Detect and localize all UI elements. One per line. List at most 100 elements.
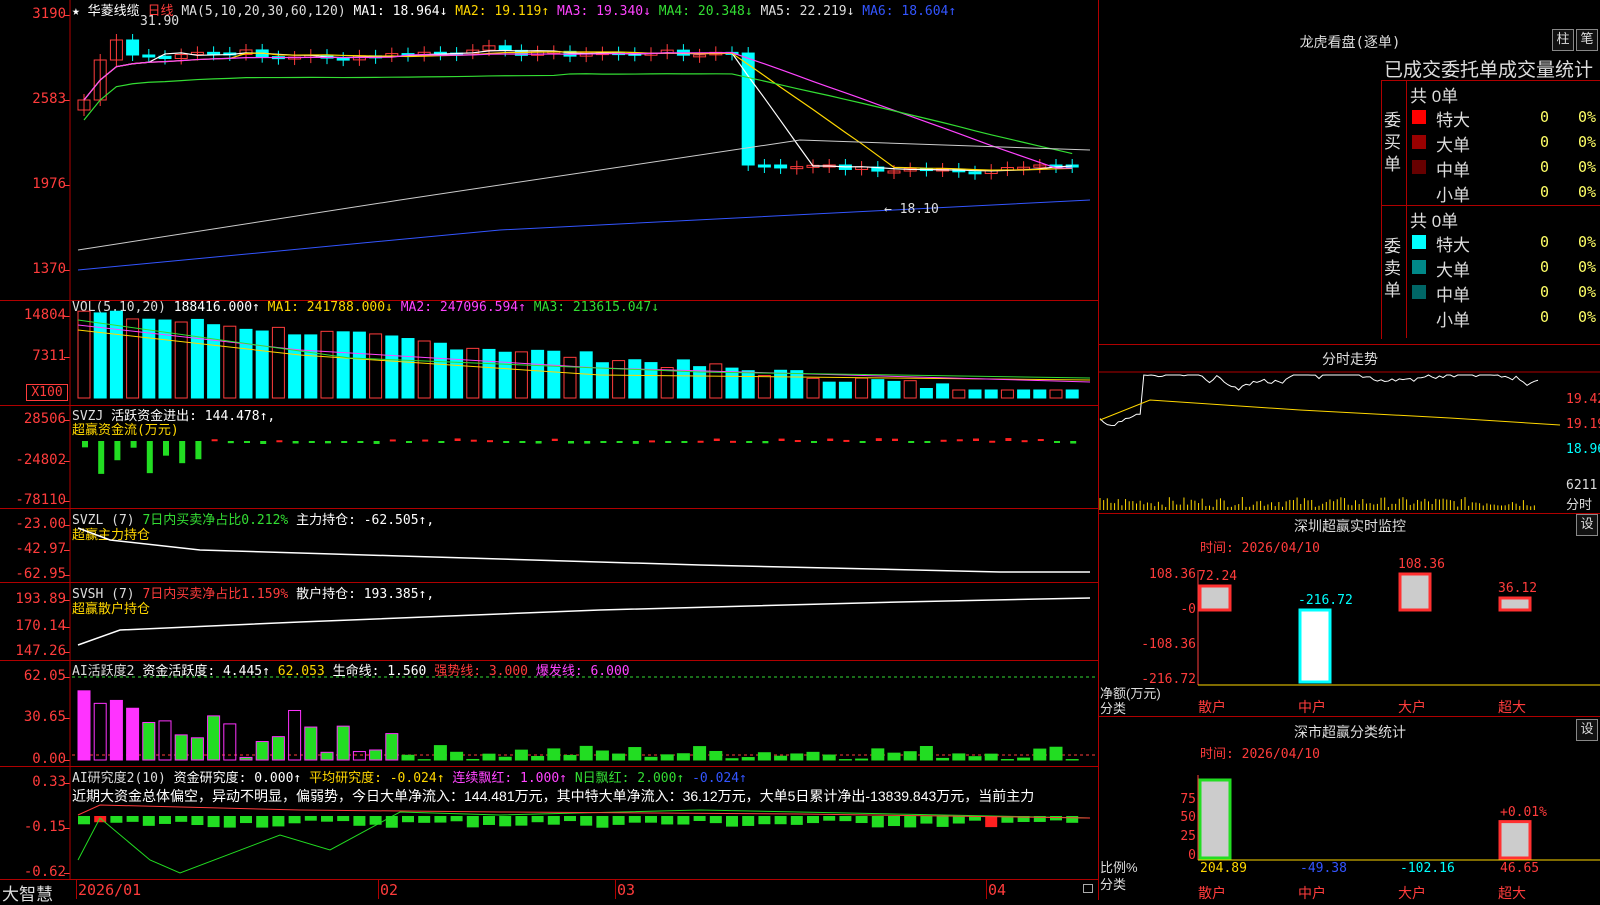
- stats-y-label: 25: [1160, 829, 1196, 844]
- volume-bar: [775, 370, 787, 398]
- ai-research-bar: [775, 816, 787, 824]
- fund-flow-bar: [843, 440, 849, 442]
- bar-view-button[interactable]: 柱: [1552, 29, 1574, 51]
- ai-active-bar: [208, 716, 220, 760]
- ai-research-bar: [645, 816, 657, 823]
- fund-flow-bar: [730, 441, 736, 443]
- ma-line: [84, 52, 1072, 170]
- fund-flow-bar: [957, 439, 963, 441]
- volume-bar: [467, 348, 479, 398]
- volume-bar: [856, 378, 868, 398]
- row-percent: 0%: [1578, 308, 1596, 326]
- ai-active-bar: [775, 756, 787, 760]
- fund-flow-bar: [779, 439, 785, 441]
- fund-flow-bar: [568, 441, 574, 444]
- ai-research-bar: [742, 816, 754, 826]
- ai-research-bar: [548, 816, 560, 825]
- ai-research-bar: [839, 816, 851, 821]
- dragon-title: 龙虎看盘(逐单): [1250, 32, 1450, 52]
- fund-flow-bar: [325, 441, 331, 443]
- ai-research-bar: [110, 816, 122, 823]
- volume-bar: [969, 390, 981, 398]
- intraday-y-label: 19.42: [1566, 392, 1600, 407]
- ai-active-bars: [78, 691, 1078, 760]
- stats-value: -102.16: [1400, 861, 1455, 876]
- stats-category: 超大: [1498, 883, 1526, 903]
- fund-flow-bar: [892, 439, 898, 441]
- fund-flow-bar: [309, 441, 315, 443]
- fund-flow-bar: [795, 440, 801, 442]
- sell-label: 委卖单: [1384, 236, 1404, 302]
- row-percent: 0%: [1578, 108, 1596, 126]
- volume-bar: [143, 319, 155, 398]
- chart-canvas[interactable]: [0, 0, 1098, 900]
- candle-body: [208, 52, 220, 54]
- stats-bar-label: +0.01%: [1500, 805, 1547, 820]
- monitor-category: 大户: [1398, 697, 1426, 717]
- row-name: 大单: [1436, 256, 1470, 281]
- volume-bar: [888, 381, 900, 398]
- candle-body: [775, 165, 787, 168]
- monitor-title: 深圳超赢实时监控: [1250, 516, 1450, 536]
- ai-active-bar: [920, 746, 932, 760]
- ai-research-bar: [758, 816, 770, 824]
- fund-flow-bar: [487, 440, 493, 442]
- ai-research-bar: [272, 816, 284, 826]
- volume-bar: [613, 361, 625, 398]
- dragon-col-divider: [1406, 80, 1407, 338]
- stats-title: 深市超赢分类统计: [1250, 722, 1450, 742]
- volume-bar: [937, 384, 949, 398]
- monitor-bar-label: 72.24: [1198, 569, 1237, 584]
- ai-active-bar: [515, 750, 527, 760]
- low-mark: ← 18.10: [884, 202, 939, 217]
- date-axis: [0, 879, 1098, 901]
- ai-research-bar: [434, 816, 446, 823]
- ai-active-bar: [305, 727, 317, 760]
- retail-position-line: [78, 598, 1090, 645]
- volume-bar: [386, 336, 398, 398]
- ai-active-bar: [272, 737, 284, 760]
- date-label: 2026/01: [78, 881, 141, 899]
- ai-active-bar: [402, 755, 414, 760]
- sell-total: 共 0单: [1410, 207, 1458, 232]
- row-percent: 0%: [1578, 233, 1596, 251]
- volume-bar: [629, 360, 641, 398]
- ai-active-bar: [985, 754, 997, 760]
- ai-active-bar: [694, 747, 706, 760]
- row-count: 0: [1540, 158, 1549, 176]
- stats-value: 46.65: [1500, 861, 1539, 876]
- ai-research-bar: [499, 816, 511, 826]
- row-color-swatch: [1412, 160, 1426, 174]
- monitor-settings-button[interactable]: 设: [1576, 514, 1598, 536]
- intraday-y-label: 19.19: [1566, 417, 1600, 432]
- volume-bar: [1034, 390, 1046, 398]
- lock-icon[interactable]: [1083, 884, 1093, 893]
- row-color-swatch: [1412, 285, 1426, 299]
- monitor-y-label: -108.36: [1140, 637, 1196, 652]
- ai-active-bar: [78, 691, 90, 760]
- row-count: 0: [1540, 133, 1549, 151]
- fund-flow-bar: [438, 441, 444, 443]
- ai-research-bar: [386, 816, 398, 828]
- ai-active-bar: [661, 755, 673, 760]
- ai-active-bar: [321, 752, 333, 760]
- candle-body: [127, 40, 139, 55]
- fund-flow-bar: [390, 439, 396, 441]
- pen-view-button[interactable]: 笔: [1576, 29, 1598, 51]
- row-percent: 0%: [1578, 183, 1596, 201]
- ai-research-bar: [629, 816, 641, 823]
- intraday-panel[interactable]: [1099, 345, 1600, 514]
- monitor-category: 超大: [1498, 697, 1526, 717]
- volume-bar: [920, 389, 932, 398]
- fund-flow-bar: [82, 441, 88, 447]
- ai-active-bar: [467, 759, 479, 760]
- fund-flow-bar: [503, 441, 509, 443]
- ai-research-bar: [256, 816, 268, 828]
- intraday-y-label: 18.96: [1566, 442, 1600, 457]
- fund-flow-bar: [260, 441, 266, 444]
- volume-bar: [1001, 390, 1013, 398]
- ai-active-bar: [596, 751, 608, 760]
- volume-bar: [305, 335, 317, 398]
- stats-settings-button[interactable]: 设: [1576, 719, 1598, 741]
- ai-research-bar: [613, 816, 625, 825]
